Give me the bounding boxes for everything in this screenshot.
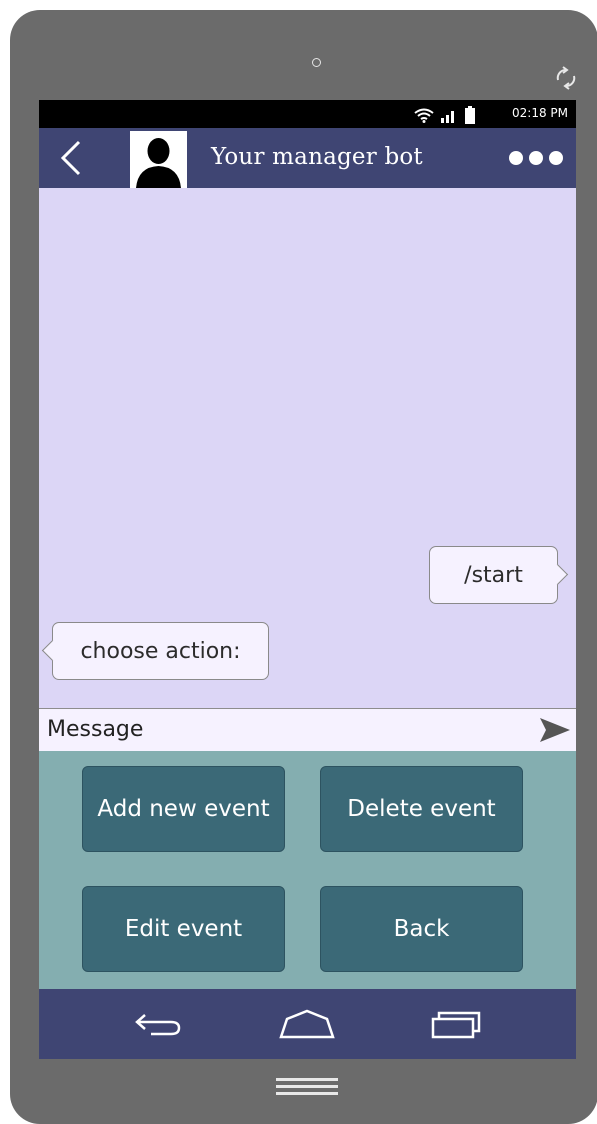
phone-screen: 02:18 PM Your manager bot /start choose … <box>39 100 576 1059</box>
hardware-menu-icon[interactable] <box>276 1076 338 1098</box>
battery-icon <box>465 106 475 124</box>
message-bubble-incoming: choose action: <box>41 622 269 680</box>
chat-area: /start choose action: <box>39 188 576 708</box>
camera-icon <box>312 58 321 67</box>
more-dots-icon[interactable] <box>506 146 566 170</box>
bot-keyboard: Add new event Delete event Edit event Ba… <box>39 751 576 989</box>
system-nav-bar <box>39 989 576 1059</box>
send-icon[interactable] <box>538 715 572 745</box>
signal-icon <box>441 111 454 123</box>
status-bar: 02:18 PM <box>39 100 576 128</box>
message-text: /start <box>464 562 523 588</box>
message-composer <box>39 708 576 752</box>
bubble-tail <box>41 639 64 662</box>
status-icons <box>414 106 476 124</box>
bubble-tail <box>546 563 569 586</box>
message-text: choose action: <box>80 638 241 664</box>
back-arrow-icon[interactable] <box>131 1007 185 1041</box>
app-bar: Your manager bot <box>39 128 576 188</box>
wifi-icon <box>414 108 434 123</box>
edit-event-button[interactable]: Edit event <box>82 886 285 972</box>
avatar[interactable] <box>130 131 187 188</box>
delete-event-button[interactable]: Delete event <box>320 766 523 852</box>
chat-title: Your manager bot <box>211 144 423 170</box>
rotate-icon <box>556 66 576 90</box>
chevron-left-icon[interactable] <box>53 138 93 178</box>
message-bubble-outgoing: /start <box>429 546 569 604</box>
add-new-event-button[interactable]: Add new event <box>82 766 285 852</box>
status-time: 02:18 PM <box>512 106 568 120</box>
back-button[interactable]: Back <box>320 886 523 972</box>
person-icon <box>136 138 181 188</box>
home-icon[interactable] <box>277 1007 337 1041</box>
message-input[interactable] <box>47 713 517 745</box>
recent-apps-icon[interactable] <box>429 1007 485 1041</box>
